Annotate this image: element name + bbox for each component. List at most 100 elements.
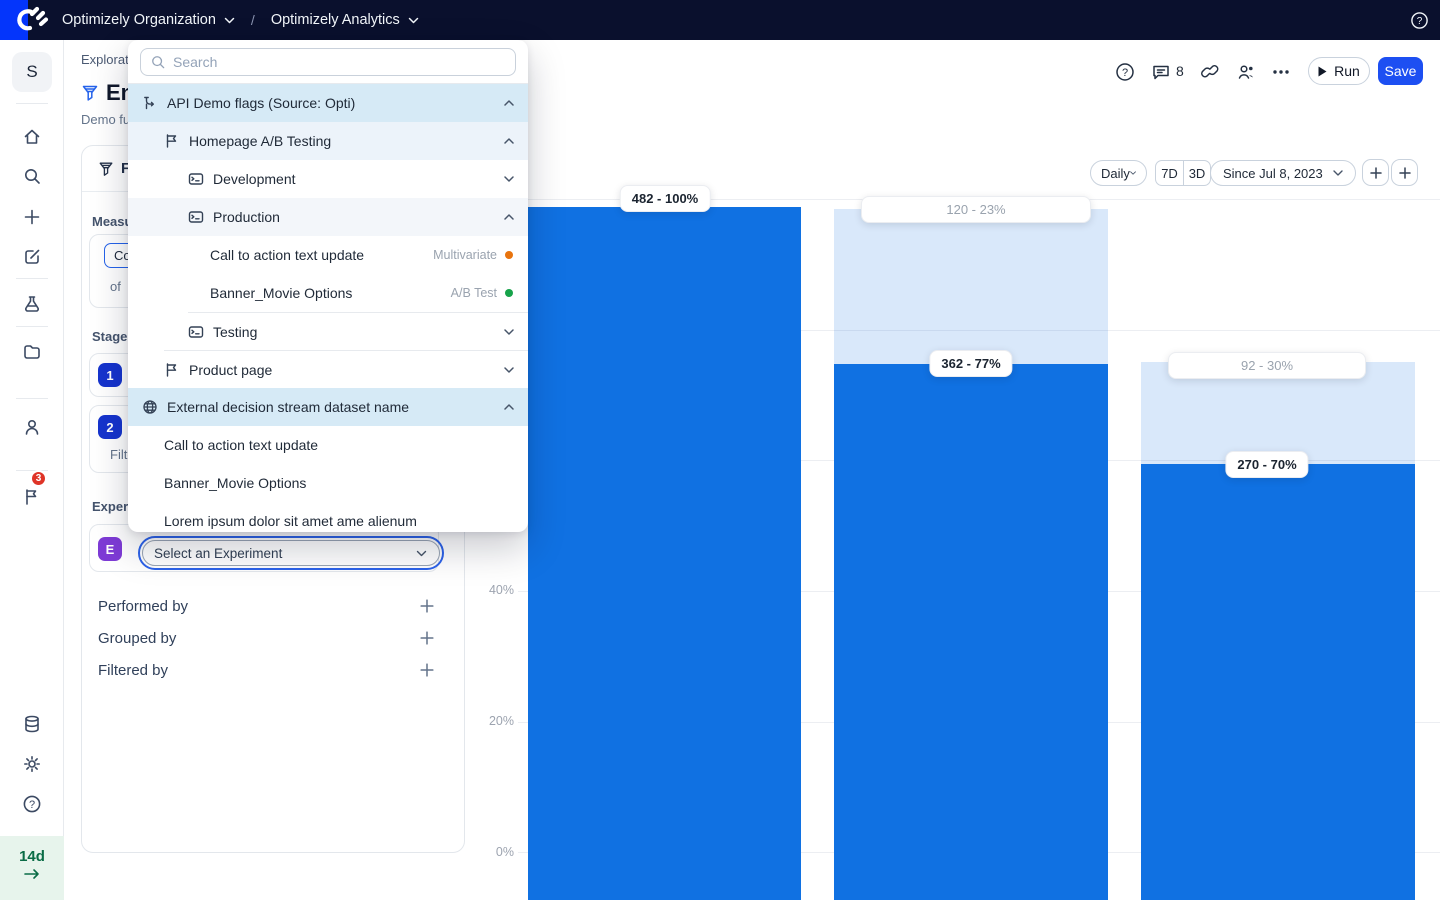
chevron-down-icon [1333,170,1343,176]
divider [16,278,48,279]
arrow-right-icon [24,868,40,880]
filtered-by-label: Filtered by [98,662,168,679]
search-icon [151,55,165,69]
plus-icon [1370,167,1382,179]
tree-item-development[interactable]: Development [128,160,528,198]
screen: Optimizely Organization / Optimizely Ana… [0,0,1440,900]
chevron-down-icon [503,328,515,336]
tree-item-label: Banner_Movie Options [210,285,451,301]
folder-icon[interactable] [22,342,42,362]
tree-item-label: API Demo flags (Source: Opti) [167,95,497,111]
avatar[interactable]: S [12,52,52,92]
stage1-number-badge: 1 [98,363,122,387]
plus-icon[interactable] [420,663,434,677]
optimizely-logo[interactable] [0,0,56,40]
divider [16,326,48,327]
comments-count: 8 [1176,63,1184,79]
tree-item-label: Testing [213,324,497,340]
add-chart-button[interactable] [1362,159,1389,186]
branch-source-icon [142,95,158,111]
range-3d-button[interactable]: 3D [1183,161,1210,185]
topbar: Optimizely Organization / Optimizely Ana… [0,0,1440,40]
chevron-down-icon [503,366,515,374]
person-icon[interactable] [22,417,42,437]
filtered-by-row[interactable]: Filtered by [98,659,434,681]
funnel-bar-stage3-converted[interactable] [1141,464,1415,900]
plus-icon [1399,167,1411,179]
plus-icon[interactable] [420,631,434,645]
share-people-icon[interactable] [1236,62,1256,82]
environment-terminal-icon [188,171,204,187]
flag-icon [164,133,180,149]
chevron-up-icon [503,99,515,107]
tree-item-product-page[interactable]: Product page [128,351,528,388]
experiment-badge: E [98,537,122,561]
grouped-by-row[interactable]: Grouped by [98,627,434,649]
y-axis-tick: 40% [466,583,514,597]
funnel-bar-stage2-converted[interactable] [834,364,1108,900]
tree-item-label: Call to action text update [210,247,433,263]
chevron-down-icon [1130,170,1136,176]
search-box[interactable] [140,48,516,76]
granularity-dropdown[interactable]: Daily [1090,160,1147,186]
tree-item-call-to-action-text-update[interactable]: Call to action text update Multivariate [128,236,528,274]
experiments-flask-icon[interactable] [22,294,42,314]
search-icon[interactable] [22,166,42,186]
stage2-value-label: 362 - 77% [929,350,1012,377]
performed-by-row[interactable]: Performed by [98,595,434,617]
more-options-icon[interactable] [1271,62,1291,82]
product-switcher[interactable]: Optimizely Analytics [271,12,419,28]
topbar-help-icon[interactable]: ? [1411,12,1428,29]
environment-terminal-icon [188,209,204,225]
ab-test-status-dot [505,289,513,297]
flags-notification-badge: 3 [30,470,47,487]
environment-terminal-icon [188,324,204,340]
tree-item-banner-movie-options[interactable]: Banner_Movie Options A/B Test [128,274,528,312]
tree-item-api-demo-flags[interactable]: API Demo flags (Source: Opti) [128,84,528,122]
link-icon[interactable] [1201,62,1221,82]
tree-item-label: Lorem ipsum dolor sit amet ame alienum [164,513,515,529]
flags-icon[interactable] [22,487,42,507]
tree-item-lorem-ipsum[interactable]: Lorem ipsum dolor sit amet ame alienum [128,502,528,532]
add-panel-button[interactable] [1391,159,1418,186]
home-icon[interactable] [22,127,42,147]
help-icon[interactable]: ? [22,794,42,814]
funnel-bar-stage1-converted[interactable] [528,207,801,900]
run-button[interactable]: Run [1308,57,1370,85]
tree-item-call-to-action-text-update-2[interactable]: Call to action text update [128,426,528,464]
tree-item-production[interactable]: Production [128,198,528,236]
stage3-value-label: 270 - 70% [1225,451,1308,478]
funnel-icon [98,161,114,177]
divider [16,103,48,104]
search-input[interactable] [173,54,505,70]
experiment-select[interactable]: Select an Experiment [142,540,440,566]
tree-item-label: Banner_Movie Options [164,475,515,491]
tree-item-testing[interactable]: Testing [128,313,528,350]
database-icon[interactable] [22,714,42,734]
date-range-dropdown[interactable]: Since Jul 8, 2023 [1210,160,1356,186]
save-button[interactable]: Save [1378,57,1423,85]
flag-picker-flyout: API Demo flags (Source: Opti) Homepage A… [128,40,528,532]
gear-icon[interactable] [22,754,42,774]
tree-item-banner-movie-options-2[interactable]: Banner_Movie Options [128,464,528,502]
tree-item-label: Homepage A/B Testing [189,133,497,149]
breadcrumb-separator: / [251,12,255,28]
flyout-search-wrap [128,40,528,83]
save-label: Save [1385,63,1417,79]
performed-by-label: Performed by [98,598,188,615]
svg-text:?: ? [1417,16,1423,27]
comments-icon[interactable] [1151,62,1171,82]
tree-item-external-decision-stream[interactable]: External decision stream dataset name [128,388,528,426]
plus-icon[interactable] [420,599,434,613]
chevron-up-icon [503,213,515,221]
tree-item-homepage-ab-testing[interactable]: Homepage A/B Testing [128,122,528,160]
compose-icon[interactable] [22,247,42,267]
chevron-down-icon [503,175,515,183]
trial-countdown[interactable]: 14d [0,836,64,900]
plus-icon[interactable] [22,207,42,227]
chevron-up-icon [503,137,515,145]
org-switcher[interactable]: Optimizely Organization [62,12,235,28]
breadcrumb[interactable]: Explorat [81,52,129,67]
range-7d-button[interactable]: 7D [1156,161,1183,185]
help-circle-icon[interactable]: ? [1115,62,1135,82]
